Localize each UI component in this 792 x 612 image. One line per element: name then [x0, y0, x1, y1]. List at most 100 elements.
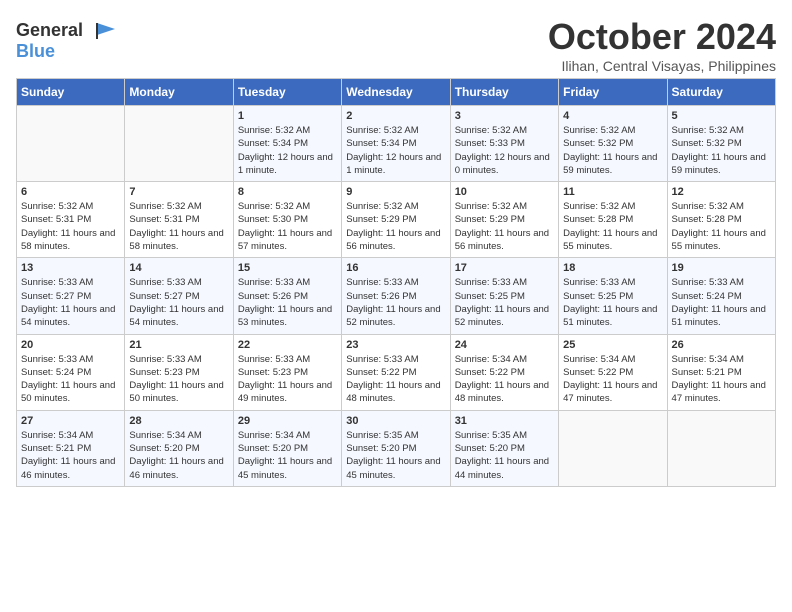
day-info: Sunrise: 5:33 AMSunset: 5:25 PMDaylight:…: [455, 276, 554, 329]
calendar-cell: 12Sunrise: 5:32 AMSunset: 5:28 PMDayligh…: [667, 182, 775, 258]
calendar-cell: 23 Sunrise: 5:33 AMSunset: 5:22 PMDayligh…: [342, 334, 450, 410]
logo-general-text: General: [16, 20, 83, 41]
day-info: Sunrise: 5:33 AMSunset: 5:24 PMDaylight:…: [672, 276, 771, 329]
day-number: 27: [21, 415, 120, 427]
day-info: Sunrise: 5:33 AMSunset: 5:23 PMDaylight:…: [238, 353, 337, 406]
day-info: Sunrise: 5:32 AMSunset: 5:29 PMDaylight:…: [346, 200, 445, 253]
day-number: 22: [238, 339, 337, 351]
logo-flag-icon: [87, 21, 117, 41]
calendar-week-row: 13 Sunrise: 5:33 AMSunset: 5:27 PMDayligh…: [17, 258, 776, 334]
calendar-cell: 13 Sunrise: 5:33 AMSunset: 5:27 PMDayligh…: [17, 258, 125, 334]
calendar-cell: 31 Sunrise: 5:35 AMSunset: 5:20 PMDayligh…: [450, 410, 558, 486]
calendar-cell: 24Sunrise: 5:34 AMSunset: 5:22 PMDayligh…: [450, 334, 558, 410]
calendar-day-header: Thursday: [450, 79, 558, 106]
calendar-cell: 9 Sunrise: 5:32 AMSunset: 5:29 PMDaylight…: [342, 182, 450, 258]
day-info: Sunrise: 5:33 AMSunset: 5:22 PMDaylight:…: [346, 353, 445, 406]
calendar-day-header: Friday: [559, 79, 667, 106]
day-number: 14: [129, 262, 228, 274]
day-number: 1: [238, 110, 337, 122]
day-number: 6: [21, 186, 120, 198]
day-number: 28: [129, 415, 228, 427]
calendar-cell: 20Sunrise: 5:33 AMSunset: 5:24 PMDayligh…: [17, 334, 125, 410]
calendar-cell: 21Sunrise: 5:33 AMSunset: 5:23 PMDayligh…: [125, 334, 233, 410]
day-info: Sunrise: 5:32 AMSunset: 5:32 PMDaylight:…: [672, 124, 771, 177]
day-info: Sunrise: 5:33 AMSunset: 5:27 PMDaylight:…: [21, 276, 120, 329]
calendar-cell: 11Sunrise: 5:32 AMSunset: 5:28 PMDayligh…: [559, 182, 667, 258]
day-number: 12: [672, 186, 771, 198]
day-info: Sunrise: 5:35 AMSunset: 5:20 PMDaylight:…: [346, 429, 445, 482]
day-number: 25: [563, 339, 662, 351]
day-number: 26: [672, 339, 771, 351]
day-number: 16: [346, 262, 445, 274]
calendar-cell: [17, 106, 125, 182]
calendar-table: SundayMondayTuesdayWednesdayThursdayFrid…: [16, 78, 776, 487]
calendar-cell: 16 Sunrise: 5:33 AMSunset: 5:26 PMDayligh…: [342, 258, 450, 334]
calendar-cell: 4Sunrise: 5:32 AMSunset: 5:32 PMDaylight…: [559, 106, 667, 182]
day-info: Sunrise: 5:33 AMSunset: 5:26 PMDaylight:…: [238, 276, 337, 329]
calendar-cell: 10 Sunrise: 5:32 AMSunset: 5:29 PMDayligh…: [450, 182, 558, 258]
calendar-cell: 3 Sunrise: 5:32 AMSunset: 5:33 PMDaylight…: [450, 106, 558, 182]
calendar-cell: 22 Sunrise: 5:33 AMSunset: 5:23 PMDayligh…: [233, 334, 341, 410]
calendar-cell: 15 Sunrise: 5:33 AMSunset: 5:26 PMDayligh…: [233, 258, 341, 334]
calendar-cell: 25 Sunrise: 5:34 AMSunset: 5:22 PMDayligh…: [559, 334, 667, 410]
day-info: Sunrise: 5:34 AMSunset: 5:20 PMDaylight:…: [129, 429, 228, 482]
day-number: 15: [238, 262, 337, 274]
calendar-day-header: Monday: [125, 79, 233, 106]
day-number: 7: [129, 186, 228, 198]
logo-blue-text: Blue: [16, 41, 55, 62]
calendar-cell: 26Sunrise: 5:34 AMSunset: 5:21 PMDayligh…: [667, 334, 775, 410]
calendar-cell: 29 Sunrise: 5:34 AMSunset: 5:20 PMDayligh…: [233, 410, 341, 486]
calendar-cell: 28 Sunrise: 5:34 AMSunset: 5:20 PMDayligh…: [125, 410, 233, 486]
day-info: Sunrise: 5:34 AMSunset: 5:22 PMDaylight:…: [455, 353, 554, 406]
day-info: Sunrise: 5:33 AMSunset: 5:23 PMDaylight:…: [129, 353, 228, 406]
day-info: Sunrise: 5:32 AMSunset: 5:30 PMDaylight:…: [238, 200, 337, 253]
day-info: Sunrise: 5:32 AMSunset: 5:34 PMDaylight:…: [238, 124, 337, 177]
day-info: Sunrise: 5:32 AMSunset: 5:34 PMDaylight:…: [346, 124, 445, 177]
location-title: Ilihan, Central Visayas, Philippines: [548, 58, 776, 74]
day-info: Sunrise: 5:34 AMSunset: 5:21 PMDaylight:…: [21, 429, 120, 482]
day-info: Sunrise: 5:34 AMSunset: 5:20 PMDaylight:…: [238, 429, 337, 482]
calendar-cell: 8 Sunrise: 5:32 AMSunset: 5:30 PMDaylight…: [233, 182, 341, 258]
day-number: 3: [455, 110, 554, 122]
calendar-week-row: 20Sunrise: 5:33 AMSunset: 5:24 PMDayligh…: [17, 334, 776, 410]
day-number: 9: [346, 186, 445, 198]
logo: General Blue: [16, 20, 117, 62]
day-info: Sunrise: 5:33 AMSunset: 5:26 PMDaylight:…: [346, 276, 445, 329]
calendar-cell: [559, 410, 667, 486]
calendar-cell: 6Sunrise: 5:32 AMSunset: 5:31 PMDaylight…: [17, 182, 125, 258]
calendar-day-header: Saturday: [667, 79, 775, 106]
day-number: 2: [346, 110, 445, 122]
calendar-cell: 30Sunrise: 5:35 AMSunset: 5:20 PMDayligh…: [342, 410, 450, 486]
calendar-week-row: 6 Sunrise: 5:32 AMSunset: 5:31 PMDaylight…: [17, 182, 776, 258]
day-number: 23: [346, 339, 445, 351]
calendar-day-header: Wednesday: [342, 79, 450, 106]
day-number: 13: [21, 262, 120, 274]
month-title: October 2024: [548, 16, 776, 58]
calendar-cell: [125, 106, 233, 182]
calendar-header-row: SundayMondayTuesdayWednesdayThursdayFrid…: [17, 79, 776, 106]
day-number: 19: [672, 262, 771, 274]
calendar-week-row: 27 Sunrise: 5:34 AMSunset: 5:21 PMDayligh…: [17, 410, 776, 486]
calendar-cell: 1 Sunrise: 5:32 AMSunset: 5:34 PMDaylight…: [233, 106, 341, 182]
calendar-cell: 19 Sunrise: 5:33 AMSunset: 5:24 PMDayligh…: [667, 258, 775, 334]
calendar-cell: [667, 410, 775, 486]
day-info: Sunrise: 5:32 AMSunset: 5:33 PMDaylight:…: [455, 124, 554, 177]
day-info: Sunrise: 5:32 AMSunset: 5:28 PMDaylight:…: [563, 200, 662, 253]
day-number: 29: [238, 415, 337, 427]
day-info: Sunrise: 5:34 AMSunset: 5:22 PMDaylight:…: [563, 353, 662, 406]
day-number: 31: [455, 415, 554, 427]
calendar-cell: 5Sunrise: 5:32 AMSunset: 5:32 PMDaylight…: [667, 106, 775, 182]
day-info: Sunrise: 5:32 AMSunset: 5:29 PMDaylight:…: [455, 200, 554, 253]
day-number: 10: [455, 186, 554, 198]
day-number: 8: [238, 186, 337, 198]
calendar-cell: 18 Sunrise: 5:33 AMSunset: 5:25 PMDayligh…: [559, 258, 667, 334]
day-info: Sunrise: 5:33 AMSunset: 5:25 PMDaylight:…: [563, 276, 662, 329]
calendar-cell: 27 Sunrise: 5:34 AMSunset: 5:21 PMDayligh…: [17, 410, 125, 486]
day-number: 4: [563, 110, 662, 122]
calendar-cell: 2 Sunrise: 5:32 AMSunset: 5:34 PMDaylight…: [342, 106, 450, 182]
day-info: Sunrise: 5:32 AMSunset: 5:31 PMDaylight:…: [129, 200, 228, 253]
day-info: Sunrise: 5:33 AMSunset: 5:24 PMDaylight:…: [21, 353, 120, 406]
calendar-cell: 14Sunrise: 5:33 AMSunset: 5:27 PMDayligh…: [125, 258, 233, 334]
day-info: Sunrise: 5:35 AMSunset: 5:20 PMDaylight:…: [455, 429, 554, 482]
day-number: 18: [563, 262, 662, 274]
